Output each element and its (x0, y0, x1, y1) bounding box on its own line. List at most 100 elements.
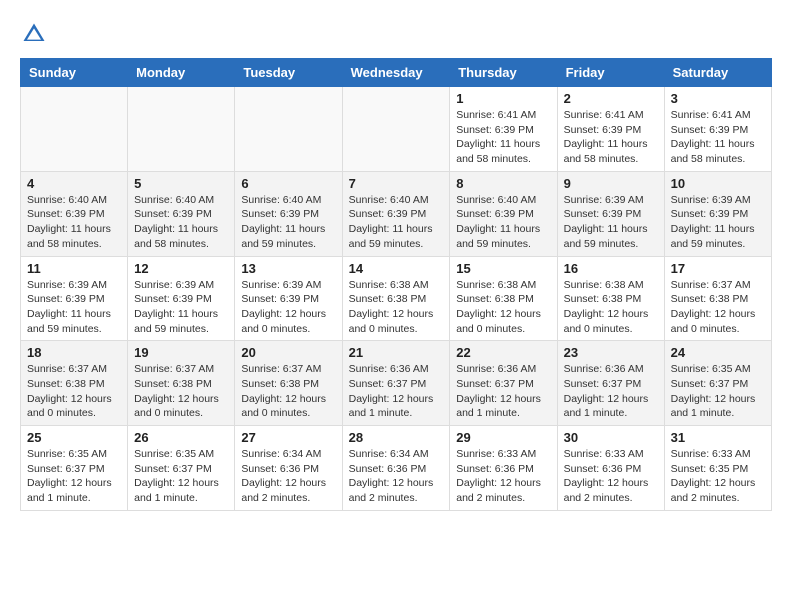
day-number: 5 (134, 176, 228, 191)
day-info: Sunrise: 6:38 AMSunset: 6:38 PMDaylight:… (456, 278, 550, 337)
calendar-cell: 18 Sunrise: 6:37 AMSunset: 6:38 PMDayligh… (21, 341, 128, 426)
calendar-cell: 23 Sunrise: 6:36 AMSunset: 6:37 PMDayligh… (557, 341, 664, 426)
day-info: Sunrise: 6:33 AMSunset: 6:36 PMDaylight:… (564, 447, 658, 506)
day-number: 3 (671, 91, 765, 106)
calendar-cell (128, 87, 235, 172)
calendar-cell: 10 Sunrise: 6:39 AMSunset: 6:39 PMDayligh… (664, 171, 771, 256)
day-info: Sunrise: 6:40 AMSunset: 6:39 PMDaylight:… (27, 193, 121, 252)
calendar-cell: 4Sunrise: 6:40 AMSunset: 6:39 PMDaylight… (21, 171, 128, 256)
day-number: 19 (134, 345, 228, 360)
day-info: Sunrise: 6:35 AMSunset: 6:37 PMDaylight:… (671, 362, 765, 421)
day-info: Sunrise: 6:36 AMSunset: 6:37 PMDaylight:… (456, 362, 550, 421)
calendar-cell: 31 Sunrise: 6:33 AMSunset: 6:35 PMDayligh… (664, 426, 771, 511)
week-row-3: 11 Sunrise: 6:39 AMSunset: 6:39 PMDayligh… (21, 256, 772, 341)
day-number: 10 (671, 176, 765, 191)
weekday-header-row: SundayMondayTuesdayWednesdayThursdayFrid… (21, 59, 772, 87)
calendar-cell: 17 Sunrise: 6:37 AMSunset: 6:38 PMDayligh… (664, 256, 771, 341)
weekday-header-tuesday: Tuesday (235, 59, 342, 87)
day-number: 25 (27, 430, 121, 445)
day-info: Sunrise: 6:41 AMSunset: 6:39 PMDaylight:… (564, 108, 658, 167)
day-number: 23 (564, 345, 658, 360)
day-info: Sunrise: 6:35 AMSunset: 6:37 PMDaylight:… (134, 447, 228, 506)
calendar-cell: 30Sunrise: 6:33 AMSunset: 6:36 PMDayligh… (557, 426, 664, 511)
calendar-cell: 28 Sunrise: 6:34 AMSunset: 6:36 PMDayligh… (342, 426, 450, 511)
calendar-cell: 9 Sunrise: 6:39 AMSunset: 6:39 PMDaylight… (557, 171, 664, 256)
day-info: Sunrise: 6:41 AMSunset: 6:39 PMDaylight:… (671, 108, 765, 167)
weekday-header-thursday: Thursday (450, 59, 557, 87)
day-info: Sunrise: 6:35 AMSunset: 6:37 PMDaylight:… (27, 447, 121, 506)
day-info: Sunrise: 6:34 AMSunset: 6:36 PMDaylight:… (349, 447, 444, 506)
day-number: 20 (241, 345, 335, 360)
day-info: Sunrise: 6:37 AMSunset: 6:38 PMDaylight:… (241, 362, 335, 421)
calendar-cell: 25 Sunrise: 6:35 AMSunset: 6:37 PMDayligh… (21, 426, 128, 511)
calendar-cell: 6Sunrise: 6:40 AMSunset: 6:39 PMDaylight… (235, 171, 342, 256)
calendar-cell: 5 Sunrise: 6:40 AMSunset: 6:39 PMDaylight… (128, 171, 235, 256)
calendar-cell: 22Sunrise: 6:36 AMSunset: 6:37 PMDayligh… (450, 341, 557, 426)
weekday-header-sunday: Sunday (21, 59, 128, 87)
day-number: 29 (456, 430, 550, 445)
day-info: Sunrise: 6:37 AMSunset: 6:38 PMDaylight:… (134, 362, 228, 421)
calendar-cell: 7 Sunrise: 6:40 AMSunset: 6:39 PMDaylight… (342, 171, 450, 256)
weekday-header-friday: Friday (557, 59, 664, 87)
weekday-header-monday: Monday (128, 59, 235, 87)
calendar-cell: 1Sunrise: 6:41 AMSunset: 6:39 PMDaylight… (450, 87, 557, 172)
calendar-cell: 14 Sunrise: 6:38 AMSunset: 6:38 PMDayligh… (342, 256, 450, 341)
calendar-cell: 16 Sunrise: 6:38 AMSunset: 6:38 PMDayligh… (557, 256, 664, 341)
day-number: 12 (134, 261, 228, 276)
day-number: 26 (134, 430, 228, 445)
day-number: 1 (456, 91, 550, 106)
day-info: Sunrise: 6:40 AMSunset: 6:39 PMDaylight:… (134, 193, 228, 252)
day-number: 17 (671, 261, 765, 276)
day-info: Sunrise: 6:39 AMSunset: 6:39 PMDaylight:… (134, 278, 228, 337)
day-info: Sunrise: 6:40 AMSunset: 6:39 PMDaylight:… (349, 193, 444, 252)
day-info: Sunrise: 6:39 AMSunset: 6:39 PMDaylight:… (671, 193, 765, 252)
day-info: Sunrise: 6:39 AMSunset: 6:39 PMDaylight:… (564, 193, 658, 252)
day-info: Sunrise: 6:38 AMSunset: 6:38 PMDaylight:… (564, 278, 658, 337)
day-number: 8 (456, 176, 550, 191)
day-info: Sunrise: 6:37 AMSunset: 6:38 PMDaylight:… (671, 278, 765, 337)
calendar-cell (21, 87, 128, 172)
week-row-4: 18 Sunrise: 6:37 AMSunset: 6:38 PMDayligh… (21, 341, 772, 426)
day-info: Sunrise: 6:37 AMSunset: 6:38 PMDaylight:… (27, 362, 121, 421)
calendar-cell: 2 Sunrise: 6:41 AMSunset: 6:39 PMDaylight… (557, 87, 664, 172)
day-info: Sunrise: 6:34 AMSunset: 6:36 PMDaylight:… (241, 447, 335, 506)
calendar-cell: 11 Sunrise: 6:39 AMSunset: 6:39 PMDayligh… (21, 256, 128, 341)
day-number: 27 (241, 430, 335, 445)
calendar-cell: 8 Sunrise: 6:40 AMSunset: 6:39 PMDaylight… (450, 171, 557, 256)
day-number: 2 (564, 91, 658, 106)
day-info: Sunrise: 6:39 AMSunset: 6:39 PMDaylight:… (241, 278, 335, 337)
day-number: 18 (27, 345, 121, 360)
calendar-cell: 21Sunrise: 6:36 AMSunset: 6:37 PMDayligh… (342, 341, 450, 426)
calendar-cell: 26 Sunrise: 6:35 AMSunset: 6:37 PMDayligh… (128, 426, 235, 511)
day-info: Sunrise: 6:39 AMSunset: 6:39 PMDaylight:… (27, 278, 121, 337)
day-info: Sunrise: 6:36 AMSunset: 6:37 PMDaylight:… (564, 362, 658, 421)
day-number: 13 (241, 261, 335, 276)
day-number: 6 (241, 176, 335, 191)
day-number: 31 (671, 430, 765, 445)
logo (20, 20, 52, 48)
day-number: 7 (349, 176, 444, 191)
day-number: 11 (27, 261, 121, 276)
week-row-1: 1 Sunrise: 6:41 AMSunset: 6:39 PMDaylight… (21, 87, 772, 172)
day-info: Sunrise: 6:40 AMSunset: 6:39 PMDaylight:… (456, 193, 550, 252)
calendar-cell: 12 Sunrise: 6:39 AMSunset: 6:39 PMDayligh… (128, 256, 235, 341)
calendar-cell: 27 Sunrise: 6:34 AMSunset: 6:36 PMDayligh… (235, 426, 342, 511)
calendar-cell (235, 87, 342, 172)
day-number: 24 (671, 345, 765, 360)
day-info: Sunrise: 6:33 AMSunset: 6:36 PMDaylight:… (456, 447, 550, 506)
day-number: 14 (349, 261, 444, 276)
day-number: 9 (564, 176, 658, 191)
weekday-header-wednesday: Wednesday (342, 59, 450, 87)
week-row-2: 4Sunrise: 6:40 AMSunset: 6:39 PMDaylight… (21, 171, 772, 256)
calendar-cell: 20 Sunrise: 6:37 AMSunset: 6:38 PMDayligh… (235, 341, 342, 426)
weekday-header-saturday: Saturday (664, 59, 771, 87)
day-info: Sunrise: 6:38 AMSunset: 6:38 PMDaylight:… (349, 278, 444, 337)
calendar-cell: 29 Sunrise: 6:33 AMSunset: 6:36 PMDayligh… (450, 426, 557, 511)
calendar-cell: 19 Sunrise: 6:37 AMSunset: 6:38 PMDayligh… (128, 341, 235, 426)
day-info: Sunrise: 6:33 AMSunset: 6:35 PMDaylight:… (671, 447, 765, 506)
calendar-cell: 13 Sunrise: 6:39 AMSunset: 6:39 PMDayligh… (235, 256, 342, 341)
calendar-cell (342, 87, 450, 172)
day-number: 28 (349, 430, 444, 445)
calendar-cell: 3 Sunrise: 6:41 AMSunset: 6:39 PMDaylight… (664, 87, 771, 172)
day-number: 16 (564, 261, 658, 276)
